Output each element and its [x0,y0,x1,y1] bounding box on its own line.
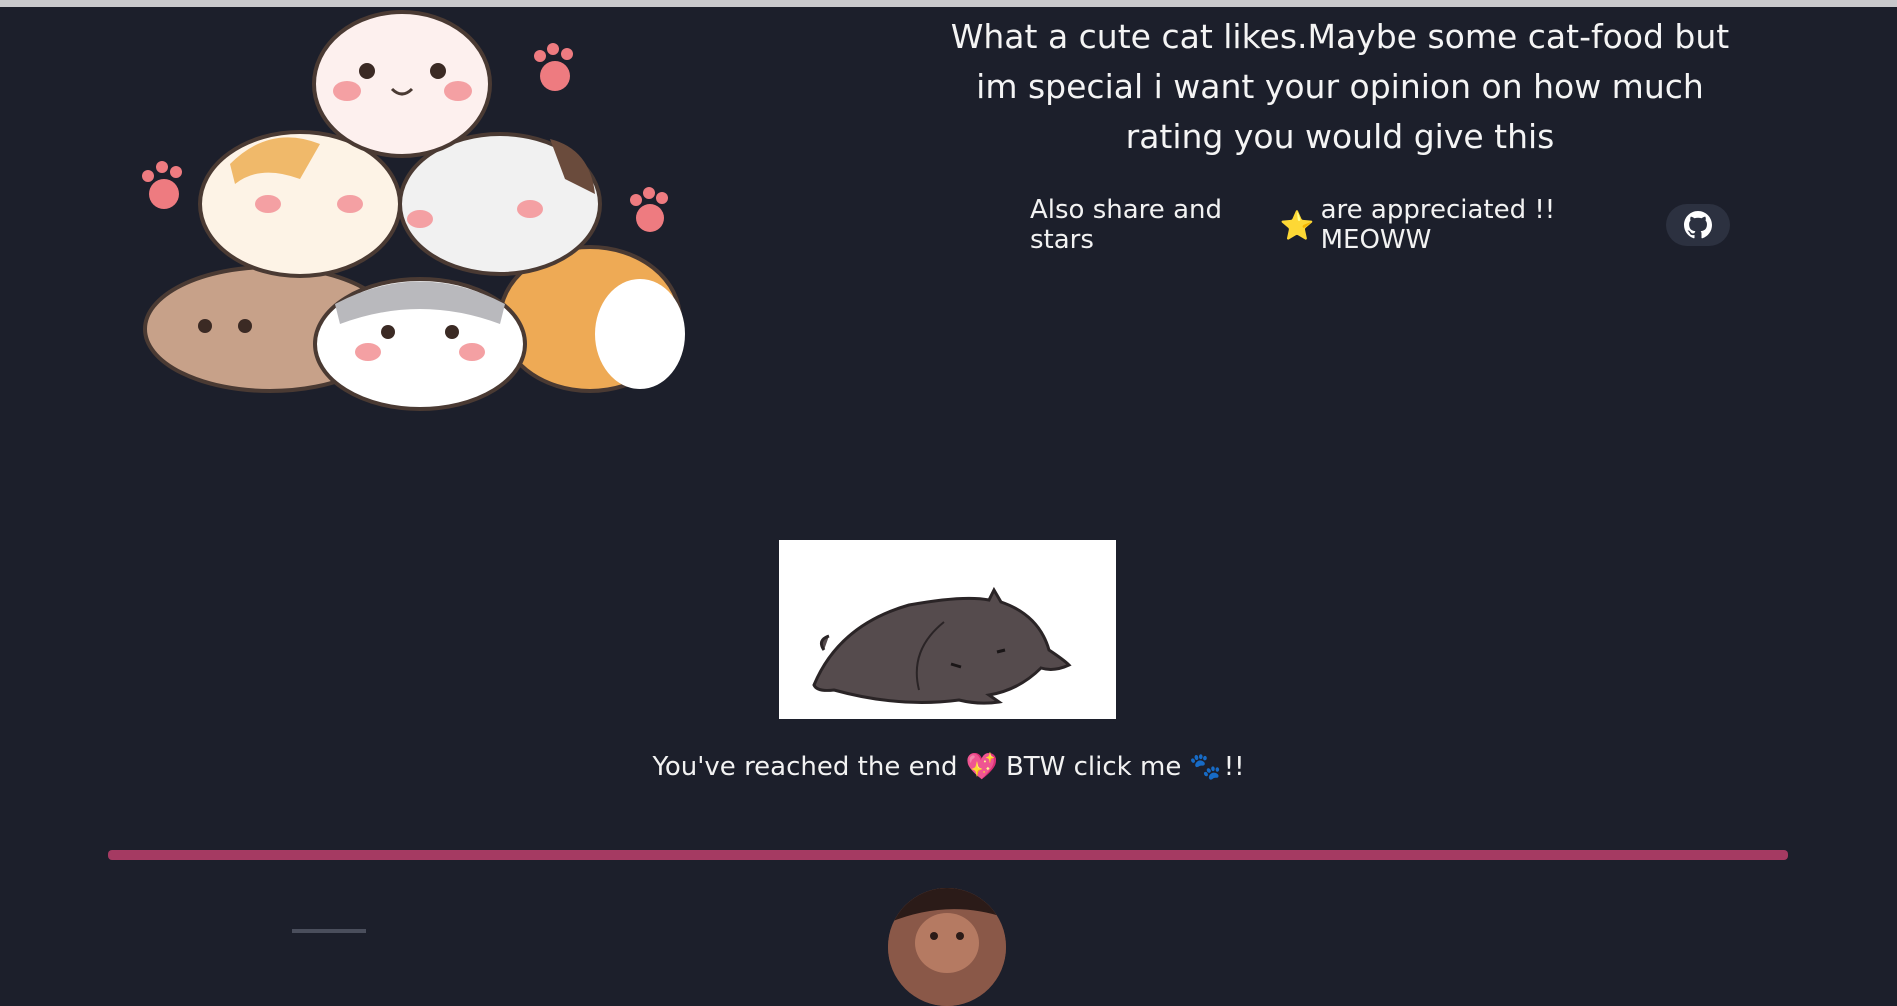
sleeping-cat-drawing [812,586,1072,705]
avatar-photo [888,888,1006,1006]
github-icon [1684,211,1713,239]
star-icon: ⭐ [1279,208,1315,242]
share-row: Also share and stars ⭐ are appreciated !… [1030,195,1730,255]
click-me-text: BTW click me [1005,752,1182,782]
avatar[interactable] [888,888,1006,1006]
cat-pile-image [142,10,685,411]
share-text: Also share and stars [1030,195,1222,255]
end-text: You've reached the end [652,752,958,782]
github-button[interactable] [1666,204,1730,246]
footer-divider [108,850,1788,860]
heart-icon: 💖 [965,752,998,782]
headline-text: What a cute cat likes.Maybe some cat-foo… [950,17,1730,156]
small-footer-bar [292,929,366,933]
sleeping-cat-image [779,540,1116,719]
paw-icon: 🐾 [1189,752,1222,782]
exclaim-text: !! [1223,752,1245,782]
end-message-link[interactable]: You've reached the end 💖 BTW click me 🐾!! [600,752,1297,782]
share-text-end: are appreciated !! MEOWW [1320,195,1556,255]
